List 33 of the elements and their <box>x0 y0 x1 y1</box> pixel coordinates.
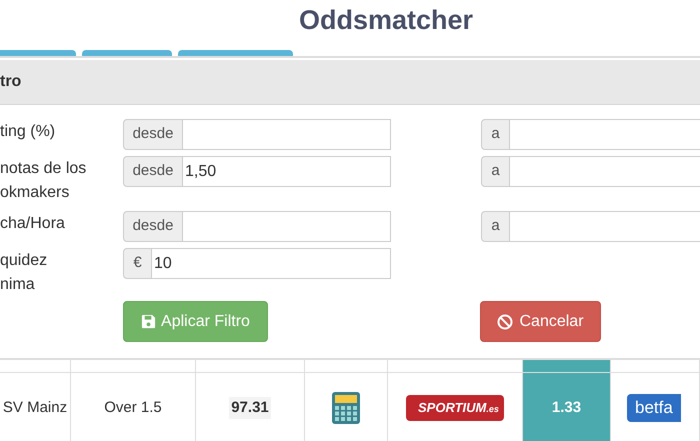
bookmaker-logo[interactable]: betfa <box>627 394 681 422</box>
input-field[interactable]: 10 <box>152 248 391 279</box>
input-field[interactable] <box>510 156 700 187</box>
filter-label: quidez nima <box>0 251 48 295</box>
cancel-button[interactable]: Cancelar <box>480 301 601 342</box>
panel-title: tro <box>0 72 22 92</box>
tab[interactable] <box>0 50 76 56</box>
input-addon: a <box>481 211 510 242</box>
filter-label: cha/Hora <box>0 214 66 234</box>
save-icon <box>141 314 156 329</box>
input-addon: € <box>123 248 152 279</box>
input-addon: desde <box>123 211 183 242</box>
table-cell-text: Over 1.5 <box>104 398 162 418</box>
input-addon: a <box>481 119 510 150</box>
input-field[interactable]: 1,50 <box>183 156 391 187</box>
filter-label: ting (%) <box>0 122 56 142</box>
input-field[interactable] <box>183 119 391 150</box>
input-addon: a <box>481 156 510 187</box>
input-field[interactable] <box>183 211 391 242</box>
odds-cell[interactable]: 1.33 <box>523 373 611 441</box>
ban-icon <box>497 314 514 330</box>
bookmaker-logo[interactable]: SPORTIUM.es <box>406 395 504 421</box>
tab[interactable] <box>82 50 172 56</box>
input-addon: desde <box>123 156 183 187</box>
page-title: Oddsmatcher <box>298 4 474 36</box>
input-field[interactable] <box>510 211 700 242</box>
rating-value: 97.31 <box>229 396 271 420</box>
calculator-icon[interactable] <box>332 392 360 424</box>
filter-label: notas de los okmakers <box>0 159 88 203</box>
input-field[interactable] <box>510 119 700 150</box>
input-addon: desde <box>123 119 183 150</box>
table-cell-text: SV Mainz <box>2 398 68 418</box>
tab[interactable] <box>178 50 293 56</box>
